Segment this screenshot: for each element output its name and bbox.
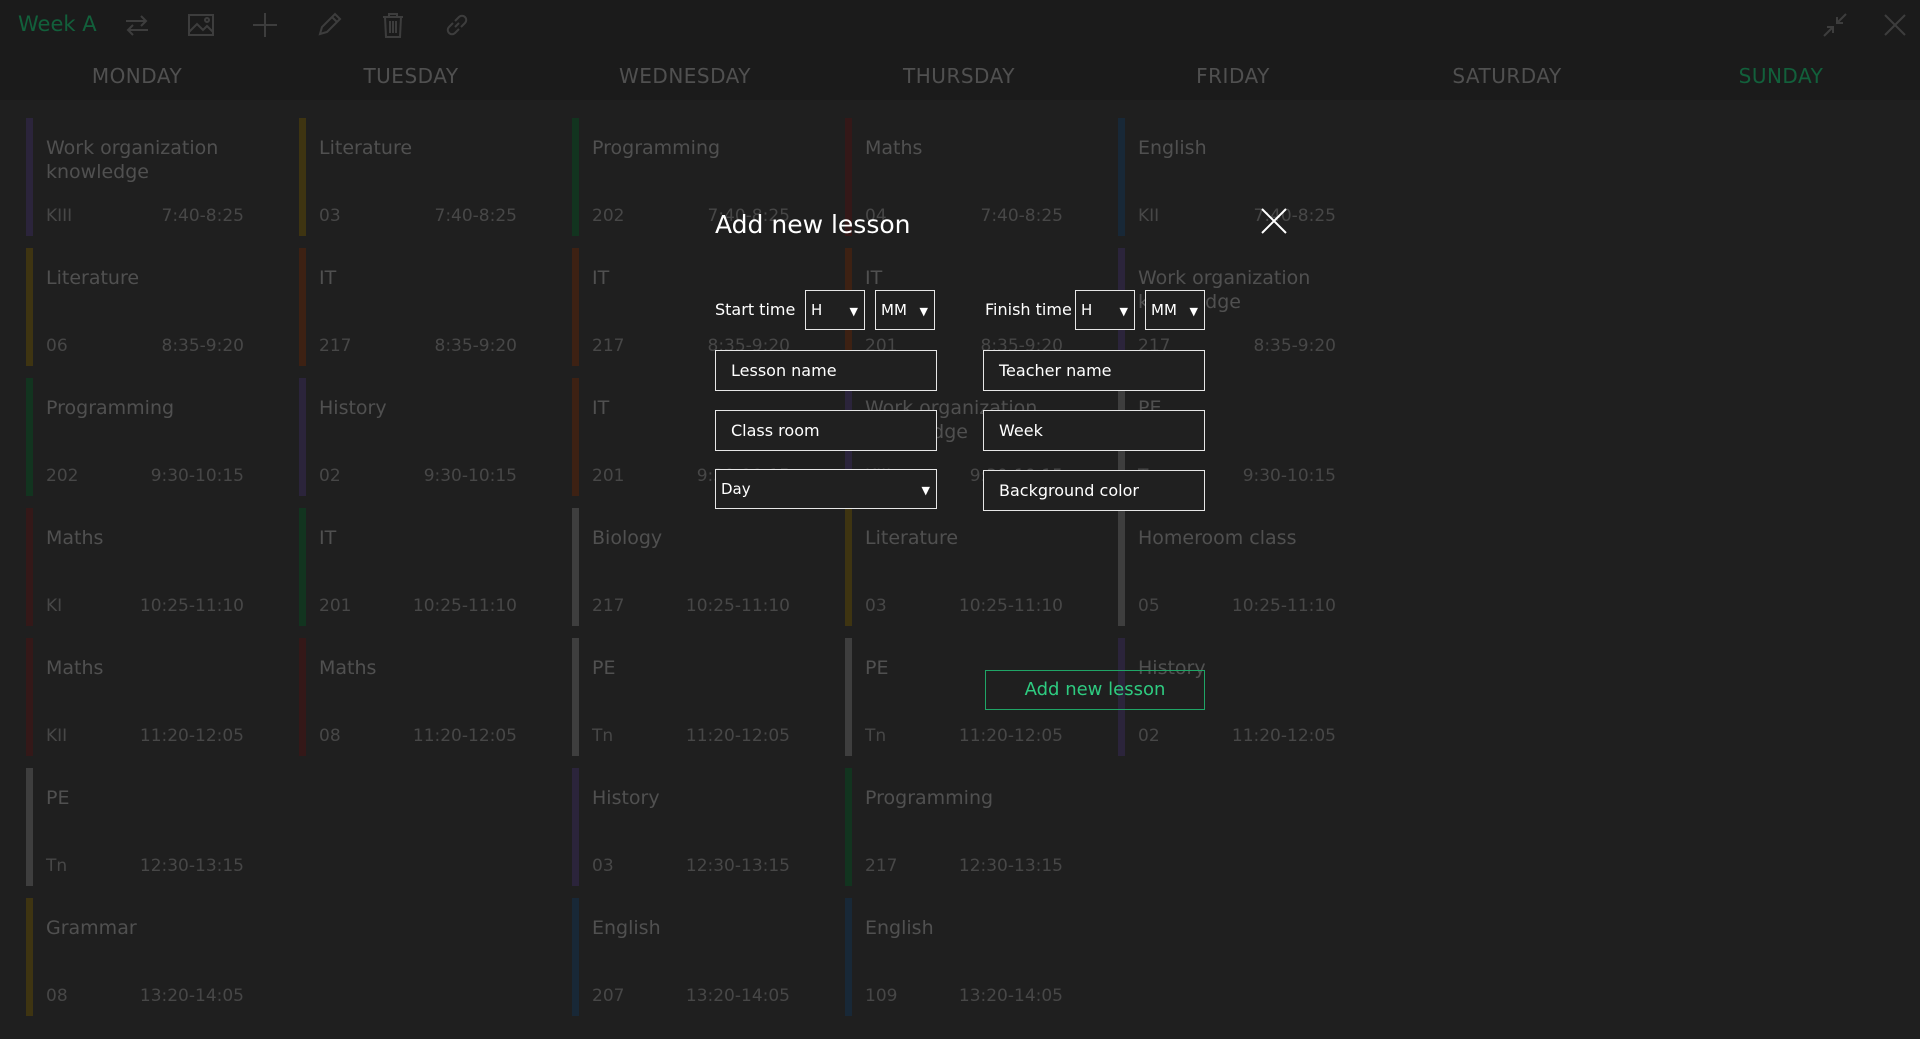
finish-hour-value: H — [1081, 301, 1093, 319]
chevron-down-icon: ▼ — [921, 484, 930, 497]
day-select-value: Day — [721, 480, 751, 498]
chevron-down-icon: ▼ — [1119, 305, 1128, 318]
start-hour-value: H — [811, 301, 823, 319]
teacher-name-input[interactable]: Teacher name — [983, 350, 1205, 391]
week-input[interactable]: Week — [983, 410, 1205, 451]
start-hour-select[interactable]: H ▼ — [805, 290, 865, 330]
chevron-down-icon: ▼ — [849, 305, 858, 318]
chevron-down-icon: ▼ — [919, 305, 928, 318]
finish-minute-select[interactable]: MM ▼ — [1145, 290, 1205, 330]
finish-hour-select[interactable]: H ▼ — [1075, 290, 1135, 330]
background-color-input[interactable]: Background color — [983, 470, 1205, 511]
finish-time-label: Finish time — [985, 300, 1072, 319]
add-new-lesson-button[interactable]: Add new lesson — [985, 670, 1205, 710]
start-time-label: Start time — [715, 300, 796, 319]
modal-title: Add new lesson — [715, 210, 911, 239]
start-minute-select[interactable]: MM ▼ — [875, 290, 935, 330]
chevron-down-icon: ▼ — [1189, 305, 1198, 318]
finish-minute-value: MM — [1151, 301, 1177, 319]
lesson-name-input[interactable]: Lesson name — [715, 350, 937, 391]
day-select[interactable]: Day ▼ — [715, 469, 937, 509]
modal-close-icon[interactable] — [1258, 205, 1290, 237]
class-room-input[interactable]: Class room — [715, 410, 937, 451]
start-minute-value: MM — [881, 301, 907, 319]
